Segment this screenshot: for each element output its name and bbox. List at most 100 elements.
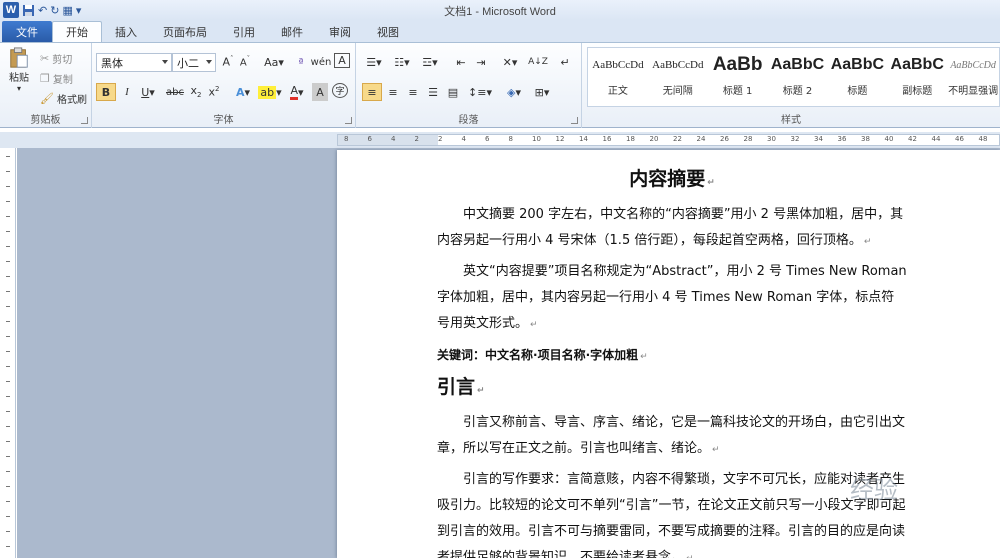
paragraph-mark: ↵ <box>707 178 715 188</box>
bold-button[interactable]: B <box>96 83 116 101</box>
align-right-icon: ≡ <box>408 85 418 99</box>
align-right-button[interactable]: ≡ <box>404 83 422 101</box>
save-icon[interactable] <box>22 2 35 18</box>
undo-icon[interactable]: ↶ <box>38 2 47 18</box>
distributed-button[interactable]: ▤ <box>444 83 462 101</box>
ruler-tick-label: 44 <box>931 135 941 143</box>
style-subtle-emphasis[interactable]: AaBbCcDd 不明显强调 <box>947 48 999 106</box>
pilcrow-icon: ↵ <box>560 55 570 69</box>
paragraph-mark: ↵ <box>712 445 720 455</box>
font-color-icon: A <box>290 84 298 100</box>
font-launcher-icon[interactable] <box>345 117 352 124</box>
align-left-icon: ≡ <box>367 85 377 99</box>
underline-icon: U <box>141 85 150 99</box>
shading-button[interactable]: ◈ ▾ <box>502 83 526 101</box>
print-preview-icon[interactable]: ▦ <box>62 2 72 18</box>
paragraph-text: 中文摘要 200 字左右，中文名称的“内容摘要”用小 2 号黑体加粗，居中，其内… <box>437 207 904 248</box>
sort-button[interactable]: A↓Z <box>528 53 548 71</box>
document-page[interactable]: 内容摘要 ↵ 中文摘要 200 字左右，中文名称的“内容摘要”用小 2 号黑体加粗… <box>337 150 1000 558</box>
document-title-text: 内容摘要 <box>629 168 706 190</box>
show-marks-button[interactable]: ↵ <box>556 53 574 71</box>
keywords-value: 中文名称·项目名称·字体加粗 <box>485 348 639 362</box>
clear-format-icon: ª <box>298 55 304 69</box>
tab-page-layout[interactable]: 页面布局 <box>150 21 220 42</box>
font-family-select[interactable]: 黑体 <box>96 53 172 72</box>
highlight-button[interactable]: ab ▾ <box>258 83 282 101</box>
ruler-tick <box>6 216 10 217</box>
tab-review[interactable]: 审阅 <box>316 21 364 42</box>
paste-dropdown-icon: ▾ <box>16 84 21 93</box>
style-heading-1[interactable]: AaBb 标题 1 <box>708 48 768 106</box>
justify-button[interactable]: ☰ <box>424 83 442 101</box>
tab-insert[interactable]: 插入 <box>102 21 150 42</box>
paragraph-group: ☰▾ ☷▾ ☲▾ ⇤ ⇥ ✕▾ A↓Z ↵ ≡ ≡ ≡ ☰ ▤ ↕≡▾ ◈ ▾ ⊞… <box>356 43 582 128</box>
shrink-font-button[interactable]: Aˇ <box>237 53 253 71</box>
tab-home[interactable]: 开始 <box>52 21 102 42</box>
style-subtitle[interactable]: AaBbC 副标题 <box>887 48 947 106</box>
subscript-button[interactable]: x2 <box>188 83 204 101</box>
ruler-tick <box>6 441 10 442</box>
text-effects-button[interactable]: A ▾ <box>232 83 254 101</box>
word-app-icon[interactable]: W <box>3 2 19 18</box>
borders-button[interactable]: ⊞▾ <box>530 83 554 101</box>
char-shading-icon: A <box>316 85 324 99</box>
bullets-button[interactable]: ☰▾ <box>362 53 386 71</box>
paste-button[interactable]: 粘贴 ▾ <box>4 47 34 93</box>
ruler-tick <box>6 351 10 352</box>
ruler-tick <box>6 366 10 367</box>
tab-view[interactable]: 视图 <box>364 21 412 42</box>
multilevel-list-button[interactable]: ☲▾ <box>418 53 442 71</box>
increase-indent-button[interactable]: ⇥ <box>472 53 490 71</box>
clipboard-launcher-icon[interactable] <box>81 117 88 124</box>
style-no-spacing[interactable]: AaBbCcDd 无间隔 <box>648 48 708 106</box>
decrease-indent-button[interactable]: ⇤ <box>452 53 470 71</box>
style-title[interactable]: AaBbC 标题 <box>827 48 887 106</box>
style-normal[interactable]: AaBbCcDd 正文 <box>588 48 648 106</box>
change-case-button[interactable]: Aa▾ <box>262 53 286 71</box>
tab-mailings[interactable]: 邮件 <box>268 21 316 42</box>
chinese-layout-button[interactable]: ✕▾ <box>498 53 522 71</box>
align-left-button[interactable]: ≡ <box>362 83 382 101</box>
tab-file[interactable]: 文件 <box>2 21 52 42</box>
ruler-tick-label: 6 <box>367 135 372 143</box>
phonetic-guide-button[interactable]: wén <box>311 53 332 71</box>
style-heading-2[interactable]: AaBbC 标题 2 <box>768 48 828 106</box>
numbering-icon: ☷▾ <box>394 55 410 69</box>
font-size-select[interactable]: 小二 <box>172 53 216 72</box>
enclose-char-button[interactable]: 字 <box>332 83 348 98</box>
chevron-down-icon <box>162 60 168 64</box>
underline-button[interactable]: U ▾ <box>138 83 158 101</box>
italic-button[interactable]: I <box>119 83 135 101</box>
format-painter-button[interactable]: 🖌 格式刷 <box>40 89 87 107</box>
vertical-ruler[interactable] <box>0 148 16 558</box>
copy-button[interactable]: ❐ 复制 <box>40 69 73 87</box>
strikethrough-button[interactable]: abc <box>165 83 185 101</box>
char-shading-button[interactable]: A <box>312 83 328 101</box>
align-center-button[interactable]: ≡ <box>384 83 402 101</box>
ruler-tick-label: 46 <box>955 135 964 143</box>
superscript-button[interactable]: x2 <box>206 83 222 101</box>
ruler-tick <box>6 471 10 472</box>
ruler-tick-label: 4 <box>461 135 466 143</box>
window-title: 文档1 - Microsoft Word <box>444 6 556 18</box>
style-name: 标题 <box>847 86 868 97</box>
watermark: 经验 <box>850 476 898 504</box>
tab-references[interactable]: 引用 <box>220 21 268 42</box>
char-border-button[interactable]: A <box>334 53 350 68</box>
style-name: 标题 2 <box>782 86 813 97</box>
font-color-button[interactable]: A ▾ <box>286 83 308 101</box>
grow-font-button[interactable]: Aˆ <box>220 53 236 71</box>
cut-button[interactable]: ✂ 剪切 <box>40 49 72 67</box>
ruler-tick-label: 30 <box>767 135 776 143</box>
horizontal-ruler[interactable]: 8 6 4 2 2 4 6 8 10 12 14 16 18 20 22 24 26 28 30 32 34 36 38 40… <box>0 132 1000 148</box>
ruler-tick <box>6 486 10 487</box>
redo-icon[interactable]: ↻ <box>50 2 59 18</box>
numbering-button[interactable]: ☷▾ <box>390 53 414 71</box>
text-effects-icon: A <box>235 85 245 99</box>
customize-qat-icon[interactable]: ▾ <box>76 2 82 18</box>
ruler-tick <box>6 321 10 322</box>
paragraph-launcher-icon[interactable] <box>571 117 578 124</box>
justify-icon: ☰ <box>428 85 438 99</box>
line-spacing-button[interactable]: ↕≡▾ <box>468 83 492 101</box>
clear-format-button[interactable]: ª <box>292 53 310 71</box>
